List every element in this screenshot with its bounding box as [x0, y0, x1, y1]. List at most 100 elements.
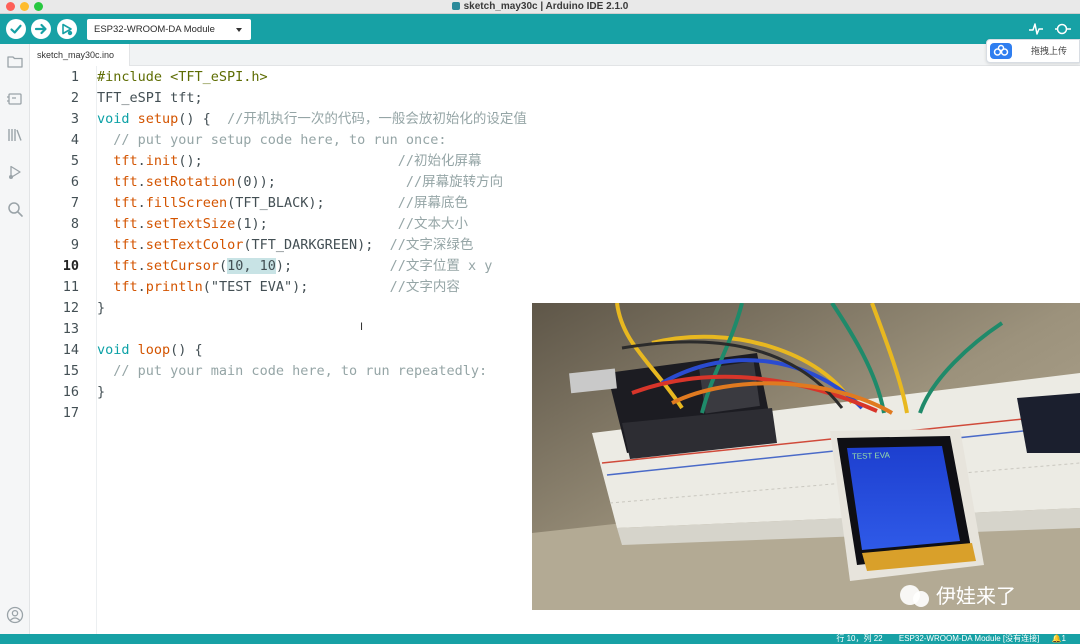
line-number: 1: [70, 69, 79, 85]
code-line[interactable]: 8 tft.setTextSize(1); //文本大小: [30, 214, 1080, 235]
serial-monitor-button[interactable]: [1053, 20, 1071, 38]
code-token: fillScreen: [145, 195, 228, 211]
board-selector[interactable]: ESP32-WROOM-DA Module: [87, 19, 251, 40]
code-token: .: [137, 237, 146, 253]
code-token: setRotation: [145, 174, 236, 190]
code-token: //初始化屏幕: [397, 153, 482, 169]
code-token: }: [97, 300, 106, 316]
code-text: // put your setup code here, to run once…: [97, 130, 447, 151]
code-line[interactable]: 10 tft.setCursor(10, 10); //文字位置 x y: [30, 256, 1080, 277]
code-token: //文本大小: [397, 216, 469, 232]
code-line[interactable]: 4 // put your setup code here, to run on…: [30, 130, 1080, 151]
serial-plotter-button[interactable]: [1027, 20, 1045, 38]
sketchbook-button[interactable]: [6, 52, 24, 70]
code-text: tft.setCursor(10, 10); //文字位置 x y: [97, 256, 492, 277]
code-text: tft.setRotation(0)); //屏幕旋转方向: [97, 172, 503, 193]
code-text: TFT_eSPI tft;: [97, 88, 203, 109]
account-button[interactable]: [6, 606, 24, 624]
code-token: () {: [178, 111, 228, 127]
code-token: (: [218, 258, 228, 274]
code-line[interactable]: 2 TFT_eSPI tft;: [30, 88, 1080, 109]
line-number: 9: [70, 237, 79, 253]
search-button[interactable]: [6, 200, 24, 218]
check-icon: [10, 24, 22, 34]
cloud-icon: [990, 43, 1012, 59]
code-token: tft: [113, 216, 138, 232]
code-text: tft.fillScreen(TFT_BLACK); //屏幕底色: [97, 193, 468, 214]
lcd-screen-text: TEST EVA: [852, 451, 891, 461]
chevron-down-icon: [236, 28, 242, 32]
code-token: .: [137, 153, 146, 169]
code-token: (TFT_BLACK);: [227, 195, 398, 211]
code-text: tft.println("TEST EVA"); //文字内容: [97, 277, 460, 298]
line-number: 8: [70, 216, 79, 232]
code-line[interactable]: 6 tft.setRotation(0)); //屏幕旋转方向: [30, 172, 1080, 193]
code-token: //屏幕底色: [397, 195, 469, 211]
code-token: void: [97, 342, 130, 358]
code-token: }: [97, 384, 106, 400]
code-token: //文字深绿色: [389, 237, 474, 253]
line-number: 14: [62, 342, 79, 358]
arrow-right-icon: [34, 23, 47, 35]
board-manager-button[interactable]: [6, 90, 24, 108]
code-token: // put your main code here, to run repea…: [113, 363, 488, 379]
folder-icon: [7, 56, 23, 68]
code-token: () {: [170, 342, 203, 358]
watermark-text: 伊娃来了: [936, 584, 1016, 608]
code-token: // put your setup code here, to run once…: [113, 132, 447, 148]
code-token: tft: [113, 174, 138, 190]
code-line[interactable]: 11 tft.println("TEST EVA"); //文字内容: [30, 277, 1080, 298]
code-token: //屏幕旋转方向: [405, 174, 504, 190]
code-token: loop: [137, 342, 171, 358]
debug-view-button[interactable]: [6, 163, 24, 181]
code-text: }: [97, 382, 105, 403]
code-token: (0));: [235, 174, 406, 190]
line-number: 5: [70, 153, 79, 169]
verify-button[interactable]: [6, 19, 26, 39]
tab-bar: sketch_may30c.ino: [30, 44, 1080, 66]
code-token: setCursor: [145, 258, 219, 274]
window-title-text: sketch_may30c | Arduino IDE 2.1.0: [463, 1, 629, 12]
code-token: setup: [137, 111, 179, 127]
debug-button[interactable]: [57, 19, 77, 39]
code-line[interactable]: 1 #include <TFT_eSPI.h>: [30, 67, 1080, 88]
board-name: ESP32-WROOM-DA Module: [94, 24, 215, 35]
board-status[interactable]: ESP32-WROOM-DA Module [没有连接]: [899, 634, 1039, 643]
code-token: println: [145, 279, 203, 295]
code-line[interactable]: 5 tft.init(); //初始化屏幕: [30, 151, 1080, 172]
code-token: void: [97, 111, 130, 127]
code-line[interactable]: 9 tft.setTextColor(TFT_DARKGREEN); //文字深…: [30, 235, 1080, 256]
code-token: tft: [113, 237, 138, 253]
code-token: 10, 10: [227, 258, 276, 274]
breadboard-photo-image: TEST EVA 伊娃来了: [532, 303, 1080, 610]
tab-sketch-file[interactable]: sketch_may30c.ino: [30, 44, 130, 66]
notifications-bell-icon[interactable]: 🔔1: [1052, 634, 1066, 643]
code-token: .: [137, 279, 146, 295]
code-token: setTextColor: [145, 237, 244, 253]
account-icon: [6, 606, 24, 624]
line-number: 11: [62, 279, 79, 295]
line-number: 15: [62, 363, 79, 379]
tab-label: sketch_may30c.ino: [37, 50, 115, 60]
code-text: // put your main code here, to run repea…: [97, 361, 487, 382]
status-bar: 行 10，列 22 ESP32-WROOM-DA Module [没有连接] 🔔…: [0, 634, 1080, 644]
code-line[interactable]: 7 tft.fillScreen(TFT_BLACK); //屏幕底色: [30, 193, 1080, 214]
upload-button[interactable]: [31, 19, 51, 39]
drag-upload-widget[interactable]: 拖拽上传: [986, 39, 1080, 63]
line-number: 3: [70, 111, 79, 127]
code-line[interactable]: 3 void setup() { //开机执行一次的代码，一般会放初始化的设定值: [30, 109, 1080, 130]
library-manager-button[interactable]: [6, 126, 24, 144]
pulse-icon: [1029, 23, 1043, 35]
code-token: //文字位置 x y: [389, 258, 493, 274]
hardware-photo: TEST EVA 伊娃来了: [532, 303, 1080, 610]
document-icon: [451, 2, 460, 10]
notification-count: 1: [1061, 634, 1066, 643]
code-text: }: [97, 298, 105, 319]
code-token: .: [137, 216, 146, 232]
